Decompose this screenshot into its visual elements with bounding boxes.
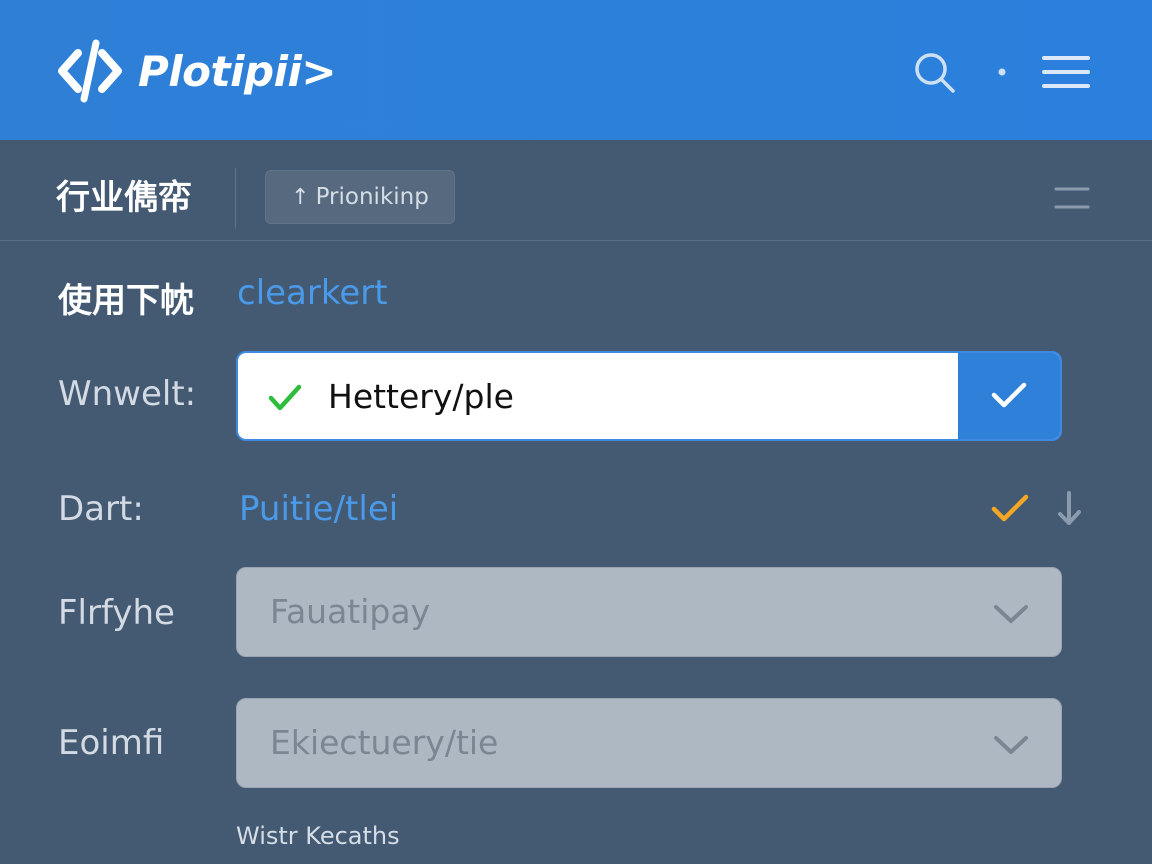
flrfyhe-select[interactable]: Fauatipay	[236, 567, 1062, 657]
wnwelt-field[interactable]: Hettery/ple	[236, 351, 1062, 441]
toolbar-title: 行业儁帟	[56, 178, 192, 218]
chevron-down-icon[interactable]	[991, 729, 1031, 759]
eoimfi-placeholder: Ekiectuery/tie	[270, 723, 499, 762]
flrfyhe-placeholder: Fauatipay	[270, 592, 431, 631]
usage-value-link[interactable]: clearkert	[237, 273, 388, 313]
chevron-down-icon[interactable]	[991, 598, 1031, 628]
app-name: Plotipii>	[138, 46, 337, 96]
dart-label: Dart:	[58, 489, 144, 529]
wnwelt-label: Wnwelt:	[58, 374, 197, 414]
orange-check-icon[interactable]	[990, 492, 1030, 526]
app-header: Plotipii>	[0, 0, 1152, 140]
priority-sort-label: Prionikinp	[315, 184, 429, 210]
flrfyhe-label: Flrfyhe	[58, 593, 175, 633]
footer-note: Wistr Kecaths	[236, 822, 400, 850]
toolbar: 行业儁帟 ↑ Prionikinp	[0, 140, 1152, 241]
brand[interactable]: Plotipii>	[56, 36, 337, 106]
sort-down-icon[interactable]	[1052, 490, 1086, 528]
wnwelt-value: Hettery/ple	[328, 377, 514, 416]
search-icon[interactable]	[912, 50, 956, 94]
toolbar-divider	[235, 168, 236, 228]
hamburger-menu-icon[interactable]	[1040, 50, 1092, 94]
checkmark-icon	[991, 382, 1027, 408]
eoimfi-select[interactable]: Ekiectuery/tie	[236, 698, 1062, 788]
menu-lines-icon[interactable]	[1052, 183, 1092, 213]
eoimfi-label: Eoimfi	[58, 723, 165, 763]
valid-check-icon	[268, 384, 302, 411]
confirm-button[interactable]	[958, 353, 1060, 439]
usage-label: 使用下帎	[58, 281, 194, 321]
priority-sort-button[interactable]: ↑ Prionikinp	[265, 170, 455, 224]
arrow-up-icon: ↑	[291, 184, 310, 210]
code-brackets-icon	[58, 39, 122, 103]
dot-icon[interactable]	[996, 66, 1008, 78]
dart-value-link[interactable]: Puitie/tlei	[239, 489, 398, 529]
